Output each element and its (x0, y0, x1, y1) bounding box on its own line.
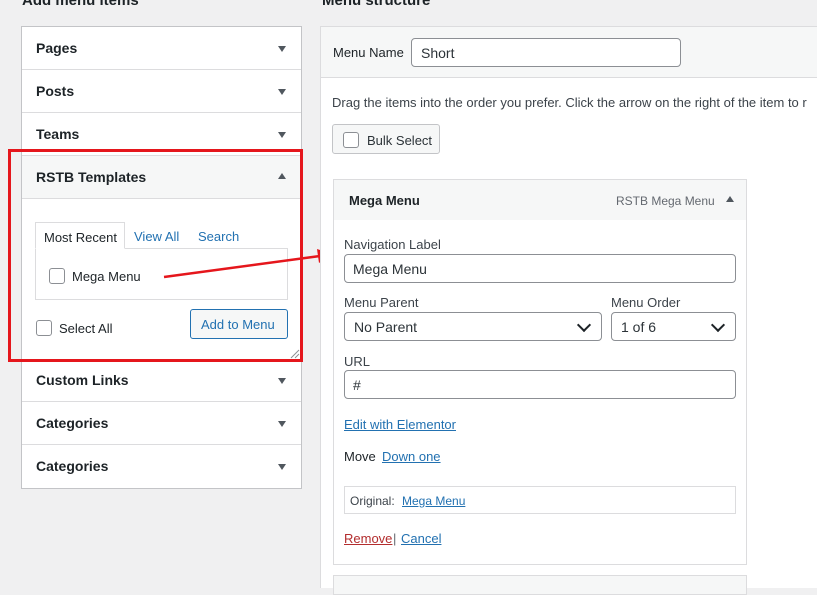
triangle-down-icon[interactable] (278, 46, 286, 52)
add-menu-items-heading: Add menu items (22, 0, 139, 9)
triangle-down-icon[interactable] (278, 132, 286, 138)
menu-structure-body: Drag the items into the order you prefer… (320, 78, 817, 595)
triangle-up-icon[interactable] (726, 196, 734, 202)
accordion-label: Categories (36, 458, 109, 474)
accordion-label: Categories (36, 415, 109, 431)
move-down-one-link[interactable]: Down one (382, 449, 441, 464)
navigation-label-value: Mega Menu (353, 261, 427, 277)
navigation-label-input[interactable]: Mega Menu (344, 254, 736, 283)
url-value: # (353, 377, 361, 393)
menu-parent-label: Menu Parent (344, 295, 419, 310)
menu-item-header[interactable]: Mega Menu RSTB Mega Menu (333, 179, 747, 221)
accordion-pages[interactable]: Pages (22, 27, 301, 70)
edit-with-elementor-link[interactable]: Edit with Elementor (344, 417, 456, 432)
tab-most-recent[interactable]: Most Recent (35, 222, 125, 249)
bulk-select-checkbox[interactable] (343, 132, 359, 148)
original-label: Original: (350, 494, 395, 508)
bulk-select-label: Bulk Select (367, 133, 433, 148)
menu-name-input[interactable]: Short (411, 38, 681, 67)
menu-name-value: Short (421, 45, 455, 61)
menu-order-select[interactable]: 1 of 6 (611, 312, 736, 341)
original-link[interactable]: Mega Menu (402, 494, 465, 508)
menu-header-bar: Menu Name Short (320, 26, 817, 78)
accordion-categories-2[interactable]: Categories (22, 445, 301, 488)
menu-parent-value: No Parent (354, 319, 418, 335)
url-label: URL (344, 354, 371, 369)
triangle-down-icon[interactable] (278, 89, 286, 95)
menu-order-label: Menu Order (611, 295, 681, 310)
chevron-down-icon (710, 317, 726, 333)
navigation-label-label: Navigation Label (344, 237, 441, 252)
accordion-posts[interactable]: Posts (22, 70, 301, 113)
menu-order-value: 1 of 6 (621, 319, 657, 335)
bulk-select-button[interactable]: Bulk Select (332, 124, 440, 154)
accordion-custom-links[interactable]: Custom Links (22, 359, 301, 402)
remove-link[interactable]: Remove (344, 531, 392, 546)
tab-label: Most Recent (44, 230, 117, 245)
accordion-label: Custom Links (36, 372, 129, 388)
instructions-text: Drag the items into the order you prefer… (332, 95, 807, 110)
url-input[interactable]: # (344, 370, 736, 399)
annotation-arrow-icon (163, 249, 332, 279)
next-menu-item[interactable] (333, 575, 747, 595)
chevron-down-icon (576, 317, 592, 333)
triangle-down-icon[interactable] (278, 421, 286, 427)
menu-parent-select[interactable]: No Parent (344, 312, 602, 341)
original-box: Original: Mega Menu (344, 486, 736, 514)
accordion-label: Posts (36, 83, 75, 99)
menu-name-label: Menu Name (333, 45, 404, 60)
accordion-label: Teams (36, 126, 80, 142)
menu-item-title: Mega Menu (349, 193, 420, 208)
triangle-down-icon[interactable] (278, 378, 286, 384)
menu-structure-heading: Menu structure (322, 0, 431, 9)
accordion-label: Pages (36, 40, 78, 56)
triangle-down-icon[interactable] (278, 464, 286, 470)
menu-item-type: RSTB Mega Menu (616, 194, 715, 208)
actions-separator: | (393, 531, 397, 546)
move-label: Move (344, 449, 376, 464)
menu-item-settings: Navigation Label Mega Menu Menu Parent N… (333, 220, 747, 565)
accordion-categories[interactable]: Categories (22, 402, 301, 445)
cancel-link[interactable]: Cancel (401, 531, 441, 546)
